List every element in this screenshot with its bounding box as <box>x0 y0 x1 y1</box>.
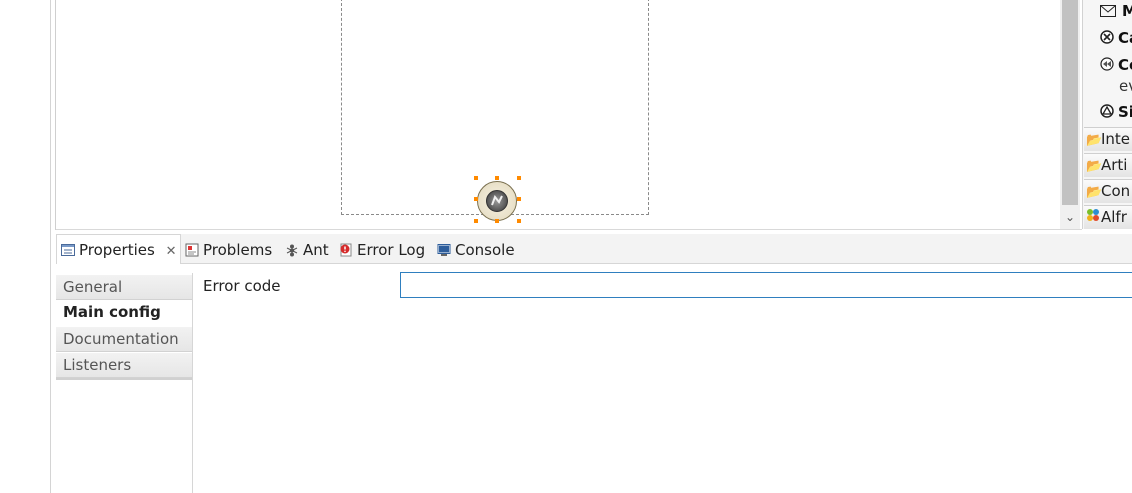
palette-folder-artifacts[interactable]: 📂Arti <box>1084 153 1132 177</box>
tab-label: Problems <box>203 241 273 259</box>
tab-label: Console <box>455 241 515 259</box>
tab-console[interactable]: Console <box>437 240 515 260</box>
tab-properties[interactable]: Properties ✕ <box>61 240 177 260</box>
tab-label: Error Log <box>357 241 426 259</box>
divider <box>56 229 1082 230</box>
folder-label: Inte <box>1101 130 1131 148</box>
error-log-icon <box>339 242 353 257</box>
signal-circle-icon <box>1100 104 1114 118</box>
selection-handles[interactable] <box>474 176 521 223</box>
properties-icon <box>61 242 75 256</box>
compensation-circle-icon <box>1100 57 1114 71</box>
palette-item-compensation-line2: ev <box>1119 77 1132 95</box>
tab-error-log[interactable]: Error Log <box>339 240 425 260</box>
divider <box>56 378 192 380</box>
scrollbar-thumb[interactable] <box>1062 0 1078 205</box>
scroll-down-icon[interactable]: ⌄ <box>1063 209 1077 225</box>
cancel-circle-icon <box>1100 30 1114 44</box>
editor-border <box>50 0 51 493</box>
tab-problems[interactable]: Problems <box>185 240 272 260</box>
envelope-icon <box>1100 5 1116 19</box>
folder-label: Arti <box>1101 156 1128 174</box>
close-icon[interactable]: ✕ <box>166 244 177 259</box>
palette-item-signal[interactable]: Si <box>1118 103 1132 125</box>
left-gutter <box>0 0 50 493</box>
folder-label: Con <box>1101 182 1131 200</box>
palette-item-cancel[interactable]: Ca <box>1118 29 1132 51</box>
palette-item-compensation[interactable]: Co <box>1118 56 1132 78</box>
section-main-config[interactable]: Main config <box>56 300 192 325</box>
palette-folder-connections[interactable]: 📂Con <box>1084 179 1132 203</box>
error-code-field[interactable] <box>400 272 1132 298</box>
folder-icon: 📂 <box>1086 133 1103 148</box>
alfresco-icon <box>1086 207 1101 229</box>
folder-icon: 📂 <box>1086 159 1103 174</box>
folder-icon: 📂 <box>1086 185 1103 200</box>
error-code-label: Error code <box>203 277 281 295</box>
palette-folder-intermediate[interactable]: 📂Inte <box>1084 127 1132 151</box>
tab-label: Ant <box>303 241 329 259</box>
section-general[interactable]: General <box>56 275 192 300</box>
problems-icon <box>185 242 199 257</box>
tab-label: Properties <box>79 241 155 259</box>
tab-ant[interactable]: Ant <box>285 240 329 260</box>
palette-item-message[interactable]: M <box>1122 2 1132 24</box>
console-icon <box>437 242 451 256</box>
palette-folder-alfresco[interactable]: Alfr <box>1084 205 1132 229</box>
folder-label: Alfr <box>1101 208 1127 226</box>
ant-icon <box>285 242 299 257</box>
section-listeners[interactable]: Listeners <box>56 353 192 378</box>
section-documentation[interactable]: Documentation <box>56 327 192 352</box>
